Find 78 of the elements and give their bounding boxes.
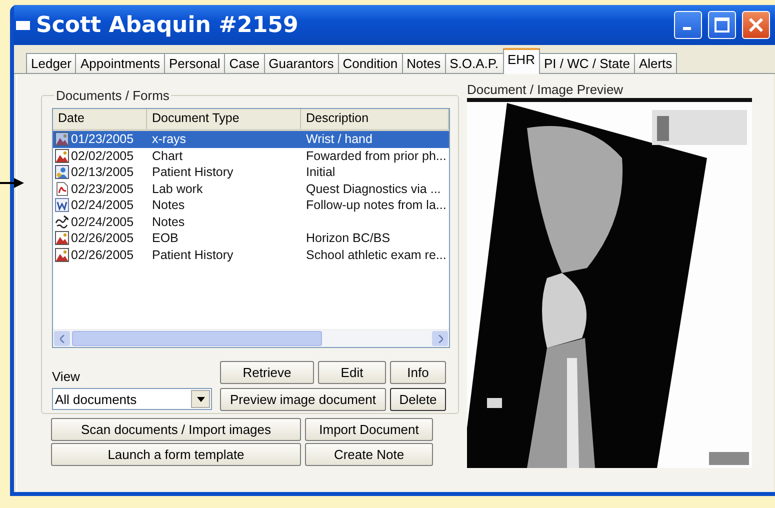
table-cell-text: Patient History [151,165,234,180]
word-file-icon [55,198,69,212]
image-file-icon [55,231,69,246]
preview-image-button[interactable]: Preview image document [220,388,386,410]
tab[interactable]: Notes [402,53,446,73]
table-row[interactable]: 02/26/2005 Patient History School athletic exam re... [53,246,449,263]
scroll-right-icon[interactable] [438,334,442,342]
table-cell-text: Chart [151,148,184,163]
table-cell-text: Quest Diagnostics via ... [305,182,442,196]
table-cell: 02/13/2005 [71,165,134,180]
pointer-arrow [0,178,24,188]
dropdown-arrow-icon[interactable] [196,396,204,402]
table-row[interactable]: 02/13/2005 Patient History Initial [53,164,449,180]
table-cell: 02/26/2005 [71,248,134,262]
group-title: Documents / Forms [55,88,170,103]
edit-button[interactable]: Edit [318,360,386,384]
window-menu-icon[interactable] [16,20,30,30]
table-cell: 02/26/2005 [71,231,134,246]
table-cell: 02/24/2005 [71,198,134,212]
scroll-left-icon[interactable] [60,334,64,342]
table-cell-text: School athletic exam re... [305,248,448,262]
tab[interactable]: S.O.A.P. [444,53,504,73]
table-cell-text: Notes [151,198,186,212]
image-file-icon [55,148,69,163]
table-cell-text: Wrist / hand [305,132,374,146]
view-dropdown[interactable]: All documents [52,388,212,410]
info-button[interactable]: Info [390,360,446,384]
table-cell: 02/24/2005 [71,214,134,229]
column-header[interactable]: Date [53,109,147,129]
table-cell: 01/23/2005 [71,132,134,146]
table-cell: 02/02/2005 [71,148,134,163]
table-cell-text: Lab work [151,182,204,196]
tab[interactable]: Condition [338,53,403,73]
horizontal-scrollbar[interactable] [53,329,449,347]
table-row[interactable]: 02/24/2005 Notes [53,214,449,230]
view-label: View [52,369,81,384]
contact-card-icon [55,165,69,180]
table-cell: 02/23/2005 [71,182,134,196]
close-button[interactable] [742,11,770,39]
tab[interactable]: EHR [502,48,540,74]
delete-button[interactable]: Delete [390,388,446,410]
tab[interactable]: Ledger [26,53,76,73]
table-row[interactable]: 02/23/2005 Lab work Quest Diagnostics via ... [53,180,449,197]
action-button[interactable]: Scan documents / Import images [51,418,301,441]
tab[interactable]: Guarantors [264,53,339,73]
table-row[interactable]: 02/24/2005 Notes Follow-up notes from la... [53,197,449,214]
table-cell-text: x-rays [151,132,188,146]
table-cell-text: Follow-up notes from la... [305,198,448,212]
tab[interactable]: Personal [164,53,226,73]
image-file-icon [55,132,69,146]
tab[interactable]: Appointments [75,53,165,73]
table-cell-text: Horizon BC/BS [305,231,392,246]
retrieve-button[interactable]: Retrieve [220,360,314,384]
table-row[interactable]: 02/02/2005 Chart Fowarded from prior ph... [53,148,449,164]
close-icon[interactable] [748,17,764,33]
preview-title: Document / Image Preview [467,82,624,97]
image-file-icon [55,248,69,262]
minimize-button[interactable] [674,11,702,39]
column-header[interactable]: Document Type [147,109,301,129]
tab[interactable]: Alerts [634,53,678,73]
document-button[interactable]: Import Document [305,418,433,441]
maximize-button[interactable] [708,11,736,39]
table-cell-text: Initial [305,165,336,180]
pdf-file-icon [55,182,69,196]
document-button[interactable]: Create Note [305,443,433,466]
maximize-icon[interactable] [714,17,730,33]
tab[interactable]: PI / WC / State [538,53,635,73]
table-cell-text: Fowarded from prior ph... [305,148,448,163]
action-button[interactable]: Launch a form template [51,443,301,466]
signature-pen-icon [55,214,69,229]
table-cell-text: Notes [151,214,186,229]
selected-row[interactable]: 01/23/2005 x-rays Wrist / hand [53,131,449,148]
table-row[interactable]: 02/26/2005 EOB Horizon BC/BS [53,230,449,246]
column-header[interactable]: Description [301,109,449,129]
window-title: Scott Abaquin #2159 [36,12,300,38]
table-cell-text: EOB [151,231,180,246]
table-cell-text: Patient History [151,248,234,262]
tab[interactable]: Case [224,53,265,73]
